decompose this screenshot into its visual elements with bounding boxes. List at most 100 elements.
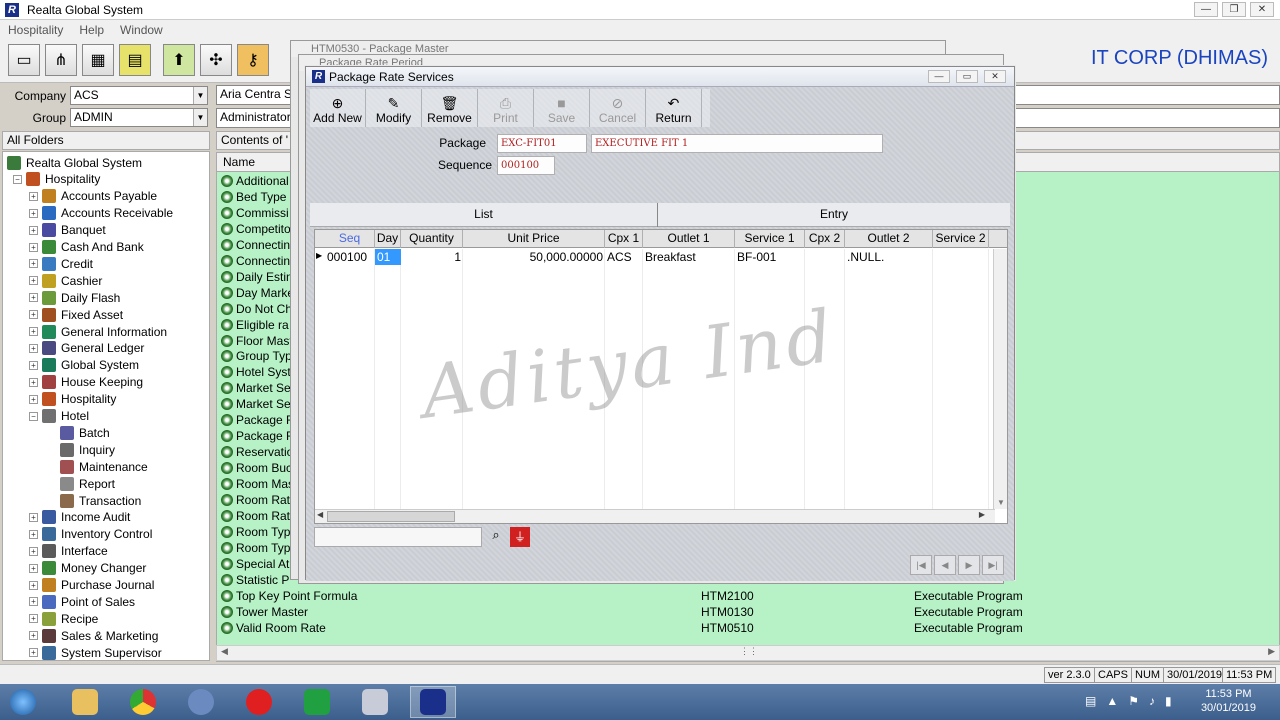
taskbar-app3[interactable]	[178, 686, 224, 718]
column-header-service-1[interactable]: Service 1	[735, 230, 805, 248]
taskbar-sheets[interactable]	[294, 686, 340, 718]
horizontal-scrollbar[interactable]: ◀ ⋮⋮ ▶	[216, 645, 1280, 661]
list-item[interactable]: Day Marke	[221, 285, 294, 301]
tree-node[interactable]: + General Ledger	[29, 340, 144, 357]
expand-icon[interactable]: +	[29, 512, 38, 522]
list-item[interactable]: Connectin	[221, 237, 290, 253]
collapse-icon[interactable]: −	[13, 174, 22, 184]
expand-icon[interactable]: +	[29, 529, 38, 539]
scroll-down-icon[interactable]: ▼	[997, 498, 1005, 507]
list-item[interactable]: Package F	[221, 428, 293, 444]
grid-cell-unit-price[interactable]: 50,000.00000	[463, 249, 605, 265]
dialog-minimize-button[interactable]: —	[928, 70, 950, 83]
package-name-field[interactable]: EXECUTIVE FIT 1	[591, 134, 883, 153]
group-select[interactable]: ADMIN ▼	[70, 108, 208, 127]
list-item[interactable]: Valid Room Rate	[221, 620, 326, 636]
folder-tree[interactable]: Realta Global System − Hospitality + Account…	[2, 151, 210, 661]
scroll-right-icon[interactable]: ▶	[979, 510, 985, 519]
list-item[interactable]: Room Typ	[221, 524, 290, 540]
grid-cell-day[interactable]: 01	[375, 249, 401, 265]
binoculars-icon[interactable]: ⌕	[486, 527, 506, 547]
collapse-icon[interactable]: −	[29, 411, 38, 421]
list-item[interactable]: Bed Type	[221, 189, 286, 205]
list-item[interactable]: Statistic P	[221, 572, 289, 588]
expand-icon[interactable]: +	[29, 546, 38, 556]
search-input[interactable]	[314, 527, 482, 547]
expand-icon[interactable]: +	[29, 259, 38, 269]
tree-node[interactable]: + Banquet	[29, 222, 106, 239]
list-item[interactable]: Room Rat	[221, 508, 290, 524]
grid-cell-quantity[interactable]: 1	[401, 249, 463, 265]
expand-icon[interactable]: +	[29, 276, 38, 286]
list-item[interactable]: Eligible ra	[221, 317, 289, 333]
cancel-button[interactable]: ⊘ Cancel	[590, 89, 646, 127]
modify-button[interactable]: ✎ Modify	[366, 89, 422, 127]
tree-node[interactable]: Inquiry	[47, 441, 115, 458]
column-header-service-2[interactable]: Service 2	[933, 230, 989, 248]
list-item[interactable]: Room Rat	[221, 492, 290, 508]
scroll-thumb-grip-icon[interactable]: ⋮⋮	[740, 646, 758, 657]
list-item[interactable]: Additional	[221, 173, 289, 189]
grid-horizontal-scrollbar[interactable]: ◀ ▶	[315, 509, 995, 523]
key-icon[interactable]: ⚷	[237, 44, 269, 76]
volume-icon[interactable]: ♪	[1149, 694, 1155, 708]
print-button[interactable]: ⎙ Print	[478, 89, 534, 127]
tree-node[interactable]: + Accounts Receivable	[29, 205, 173, 222]
tree-node[interactable]: + System Supervisor	[29, 644, 162, 660]
list-item[interactable]: Do Not Ch	[221, 301, 292, 317]
tree-node[interactable]: − Hotel	[29, 408, 89, 425]
table-view-icon[interactable]: ▤	[119, 44, 151, 76]
tray-up-icon[interactable]: ▲	[1106, 694, 1118, 708]
tree-node[interactable]: + House Keeping	[29, 374, 143, 391]
add-new-button[interactable]: ⊕ Add New	[310, 89, 366, 127]
menu-help[interactable]: Help	[71, 23, 112, 37]
filter-icon[interactable]: ⏚	[510, 527, 530, 547]
grid-cell-outlet-1[interactable]: Breakfast	[643, 249, 735, 265]
column-header-quantity[interactable]: Quantity	[401, 230, 463, 248]
expand-icon[interactable]: +	[29, 225, 38, 235]
tree-node[interactable]: + General Information	[29, 323, 167, 340]
close-button[interactable]: ✕	[1250, 2, 1274, 17]
tree-node[interactable]: + Recipe	[29, 610, 98, 627]
list-item[interactable]: Hotel Syst	[221, 364, 291, 380]
remove-button[interactable]: 🗑 Remove	[422, 89, 478, 127]
restore-button[interactable]: ❐	[1222, 2, 1246, 17]
grid-cell-seq[interactable]: 000100	[325, 249, 375, 265]
expand-icon[interactable]: +	[29, 343, 38, 353]
tree-node[interactable]: + Purchase Journal	[29, 577, 154, 594]
grid-cell-outlet-2[interactable]: .NULL.	[845, 249, 933, 265]
list-item[interactable]: Tower Master	[221, 604, 308, 620]
tree-node[interactable]: + Money Changer	[29, 560, 146, 577]
tree-node[interactable]: + Point of Sales	[29, 593, 135, 610]
tree-node[interactable]: − Hospitality	[13, 171, 100, 188]
taskbar-chrome[interactable]	[120, 686, 166, 718]
save-button[interactable]: ■ Save	[534, 89, 590, 127]
expand-icon[interactable]: +	[29, 293, 38, 303]
column-header-outlet-1[interactable]: Outlet 1	[643, 230, 735, 248]
tree-node[interactable]: Batch	[47, 424, 110, 441]
services-grid[interactable]: Seq Day Quantity Unit Price Cpx 1 Outlet 1 Ser…	[314, 229, 1008, 524]
chevron-down-icon[interactable]: ▼	[193, 87, 207, 104]
tree-node[interactable]: Report	[47, 475, 115, 492]
tree-node[interactable]: Realta Global System	[7, 154, 142, 171]
company-select[interactable]: ACS ▼	[70, 86, 208, 105]
expand-icon[interactable]: +	[29, 580, 38, 590]
column-header-cpx-1[interactable]: Cpx 1	[605, 230, 643, 248]
taskbar-window[interactable]	[352, 686, 398, 718]
package-code-field[interactable]: EXC-FIT01	[497, 134, 587, 153]
expand-icon[interactable]: +	[29, 360, 38, 370]
taskbar-clock[interactable]: 11:53 PM 30/01/2019	[1201, 687, 1256, 715]
column-header-unit-price[interactable]: Unit Price	[463, 230, 605, 248]
tree-node[interactable]: + Cash And Bank	[29, 239, 144, 256]
scroll-right-icon[interactable]: ▶	[1268, 646, 1275, 657]
expand-icon[interactable]: +	[29, 310, 38, 320]
network-icon[interactable]: ▮	[1165, 694, 1172, 708]
tree-node[interactable]: Maintenance	[47, 458, 148, 475]
menu-hospitality[interactable]: Hospitality	[0, 23, 71, 37]
vertical-scrollbar[interactable]: ▼	[993, 249, 1007, 509]
start-button[interactable]	[0, 686, 46, 718]
tree-node[interactable]: + Cashier	[29, 272, 102, 289]
list-item[interactable]: Top Key Point Formula	[221, 588, 357, 604]
expand-icon[interactable]: +	[29, 394, 38, 404]
expand-icon[interactable]: +	[29, 631, 38, 641]
